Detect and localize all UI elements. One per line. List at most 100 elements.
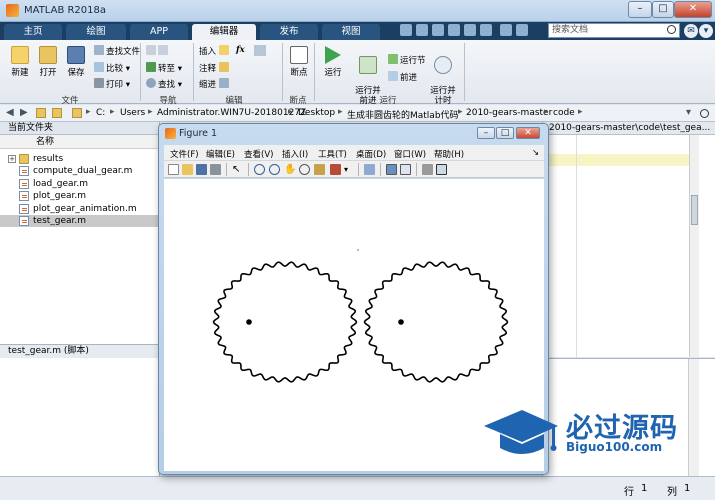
browse-folder-icon[interactable] xyxy=(52,108,62,118)
crumb-desktop[interactable]: Desktop xyxy=(298,108,335,118)
new-figure-icon[interactable] xyxy=(168,164,179,175)
figure-menu-bar: 文件(F) 编辑(E) 查看(V) 插入(I) 工具(T) 桌面(D) 窗口(W… xyxy=(164,145,544,161)
cell-icon[interactable] xyxy=(254,45,266,56)
menu-window[interactable]: 窗口(W) xyxy=(394,148,426,160)
figure-minimize-button[interactable]: – xyxy=(477,127,495,139)
print-figure-icon[interactable] xyxy=(210,164,221,175)
figure-maximize-button[interactable]: □ xyxy=(496,127,514,139)
tab-apps[interactable]: APP xyxy=(130,24,188,40)
up-folder-icon[interactable] xyxy=(36,108,46,118)
quick-copy-icon[interactable] xyxy=(432,24,444,36)
file-row-load-gear[interactable]: load_gear.m xyxy=(0,178,160,190)
data-cursor-icon[interactable] xyxy=(314,164,325,175)
quick-redo-icon[interactable] xyxy=(480,24,492,36)
quick-undo-icon[interactable] xyxy=(464,24,476,36)
tab-view[interactable]: 视图 xyxy=(322,24,380,40)
run-advance-icon xyxy=(359,56,377,74)
address-dropdown-icon[interactable]: ▾ xyxy=(686,107,691,118)
goto-button[interactable]: 转至 ▾ xyxy=(146,62,182,74)
close-button[interactable]: ✕ xyxy=(674,1,712,18)
toolbar-separator xyxy=(416,163,417,176)
name-column-header[interactable]: 名称 xyxy=(0,135,159,149)
editor-scrollbar[interactable] xyxy=(689,135,699,357)
crumb-gears-master[interactable]: 2010-gears-master xyxy=(466,108,552,118)
colorbar-icon[interactable] xyxy=(386,164,397,175)
back-icon[interactable]: ◀ xyxy=(6,107,14,118)
crumb-code[interactable]: code xyxy=(553,108,575,118)
find-button[interactable]: 查找 ▾ xyxy=(146,78,182,90)
menu-edit[interactable]: 编辑(E) xyxy=(206,148,235,160)
tab-plots[interactable]: 绘图 xyxy=(66,24,126,40)
breakpoints-button[interactable]: 断点 xyxy=(286,46,312,78)
minimize-button[interactable]: – xyxy=(628,1,652,18)
expand-icon[interactable]: + xyxy=(8,155,16,163)
help-menu-icon[interactable]: ▾ xyxy=(699,24,713,38)
run-button[interactable]: 运行 xyxy=(320,46,346,78)
open-button[interactable]: 打开 xyxy=(34,46,62,78)
save-figure-icon[interactable] xyxy=(196,164,207,175)
file-row-plot-gear-animation[interactable]: plot_gear_animation.m xyxy=(0,203,160,215)
hide-plot-tools-icon[interactable] xyxy=(422,164,433,175)
tab-home[interactable]: 主页 xyxy=(4,24,62,40)
forward-icon[interactable]: ▶ xyxy=(20,107,28,118)
quick-cut-icon[interactable] xyxy=(416,24,428,36)
save-button[interactable]: 保存 xyxy=(62,46,90,78)
search-placeholder: 搜索文档 xyxy=(552,25,589,35)
crumb-users[interactable]: Users xyxy=(120,108,145,118)
menu-help[interactable]: 帮助(H) xyxy=(434,148,464,160)
find-files-button[interactable]: 查找文件 xyxy=(94,45,140,57)
quick-help-icon[interactable] xyxy=(516,24,528,36)
crumb-project[interactable]: 生成非圆齿轮的Matlab代码 xyxy=(347,108,459,121)
crumb-user[interactable]: Administrator.WIN7U-20180127Z xyxy=(157,108,306,118)
folder-search-icon[interactable] xyxy=(700,109,709,118)
pan-icon[interactable]: ✋ xyxy=(284,164,296,175)
file-row-test-gear[interactable]: test_gear.m xyxy=(0,215,160,227)
compare-button[interactable]: 比较 ▾ xyxy=(94,62,130,74)
figure-close-button[interactable]: ✕ xyxy=(516,127,540,139)
tab-publish[interactable]: 发布 xyxy=(260,24,318,40)
run-section-button[interactable]: 运行节 xyxy=(388,54,426,66)
file-row-results[interactable]: + results xyxy=(0,153,160,165)
goto-label: 转至 xyxy=(158,64,176,74)
tab-editor[interactable]: 编辑器 xyxy=(192,24,256,40)
rotate-icon[interactable] xyxy=(299,164,310,175)
nav-back-forward[interactable] xyxy=(146,45,170,57)
link-plot-icon[interactable] xyxy=(364,164,375,175)
comment-button[interactable]: 注释 xyxy=(199,62,231,74)
menu-desktop[interactable]: 桌面(D) xyxy=(356,148,386,160)
dock-arrow-icon[interactable]: ↘ xyxy=(532,148,539,158)
file-row-plot-gear[interactable]: plot_gear.m xyxy=(0,190,160,202)
search-documentation-input[interactable]: 搜索文档 xyxy=(548,23,680,38)
quick-switch-icon[interactable] xyxy=(500,24,512,36)
indent-button[interactable]: 缩进 xyxy=(199,78,231,90)
status-bar: 行 1 列 1 xyxy=(0,476,715,500)
notification-icon[interactable]: ✉ xyxy=(684,24,698,38)
open-file-icon[interactable] xyxy=(182,164,193,175)
crumb-drive[interactable]: C: xyxy=(96,108,105,118)
brush-icon[interactable] xyxy=(330,164,341,175)
advance-button[interactable]: 前进 xyxy=(388,71,417,83)
brush-dropdown-icon[interactable]: ▾ xyxy=(344,164,355,175)
menu-insert[interactable]: 插入(I) xyxy=(282,148,308,160)
print-button[interactable]: 打印 ▾ xyxy=(94,78,130,90)
zoom-in-icon[interactable] xyxy=(254,164,265,175)
quick-save-icon[interactable] xyxy=(400,24,412,36)
editor-scroll-thumb[interactable] xyxy=(691,195,698,225)
file-row-compute-dual-gear[interactable]: compute_dual_gear.m xyxy=(0,165,160,177)
menu-file[interactable]: 文件(F) xyxy=(170,148,199,160)
legend-icon[interactable] xyxy=(400,164,411,175)
maximize-button[interactable]: □ xyxy=(652,1,674,18)
menu-tools[interactable]: 工具(T) xyxy=(318,148,347,160)
run-and-time-button[interactable]: 运行并 计时 xyxy=(426,46,460,106)
show-plot-tools-icon[interactable] xyxy=(436,164,447,175)
zoom-out-icon[interactable] xyxy=(269,164,280,175)
menu-view[interactable]: 查看(V) xyxy=(244,148,273,160)
pointer-icon[interactable]: ↖ xyxy=(232,164,243,175)
save-icon xyxy=(67,46,85,64)
gear-outline-left xyxy=(212,261,358,383)
new-button[interactable]: 新建 xyxy=(6,46,34,78)
search-icon[interactable] xyxy=(667,25,676,34)
insert-button[interactable]: 插入 xyxy=(199,45,231,57)
fx-button[interactable]: fx xyxy=(236,45,245,55)
quick-paste-icon[interactable] xyxy=(448,24,460,36)
